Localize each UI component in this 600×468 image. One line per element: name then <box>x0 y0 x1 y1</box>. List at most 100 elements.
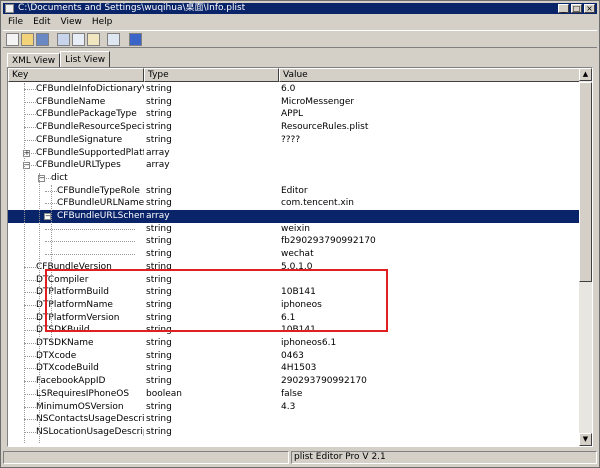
row-key: CFBundleSignature <box>36 135 123 145</box>
maximize-button[interactable]: □ <box>571 4 582 13</box>
column-value[interactable]: Value <box>279 68 580 82</box>
row-type: array <box>146 211 170 221</box>
list-row[interactable]: − dict <box>8 172 580 185</box>
list-row[interactable]: CFBundlePackageType string APPL <box>8 108 580 121</box>
row-key: DTSDKName <box>36 338 94 348</box>
close-button[interactable]: × <box>584 4 595 13</box>
list-row[interactable]: CFBundleInfoDictionaryVersionstring 6.0 <box>8 83 580 96</box>
row-key: CFBundleURLName <box>57 198 144 208</box>
row-value: 4H1503 <box>281 363 317 373</box>
open-icon[interactable] <box>21 33 34 46</box>
row-type: string <box>146 198 172 208</box>
scroll-up-icon[interactable]: ▲ <box>579 68 592 81</box>
vertical-scrollbar[interactable]: ▲ ▼ <box>579 68 592 446</box>
menu-file[interactable]: File <box>3 16 28 28</box>
list-row[interactable]: NSContactsUsageDescriptionstring <box>8 413 580 426</box>
list-row[interactable]: NSLocationUsageDescriptionstring <box>8 426 580 439</box>
tree-connector <box>24 267 36 268</box>
tree-connector <box>24 127 36 128</box>
row-value: ???? <box>281 135 301 145</box>
tree-connector <box>45 229 135 230</box>
column-type[interactable]: Type <box>144 68 279 82</box>
app-icon <box>5 4 14 13</box>
row-value: fb290293790992170 <box>281 236 376 246</box>
list-row[interactable]: string wechat <box>8 248 580 261</box>
row-type: string <box>146 414 172 424</box>
tree-connector <box>24 368 36 369</box>
row-type: boolean <box>146 389 182 399</box>
tree-connector <box>24 343 36 344</box>
row-value: iphoneos6.1 <box>281 338 337 348</box>
list-row[interactable]: FacebookAppID string 290293790992170 <box>8 375 580 388</box>
cut-icon[interactable] <box>57 33 70 46</box>
row-type: string <box>146 363 172 373</box>
tree-guide-line <box>24 83 25 443</box>
row-value: APPL <box>281 109 304 119</box>
tree-connector <box>24 381 36 382</box>
row-type: string <box>146 84 172 94</box>
row-type: string <box>146 376 172 386</box>
collapse-icon[interactable]: − <box>44 213 51 220</box>
list-row[interactable]: DTXcodeBuild string 4H1503 <box>8 362 580 375</box>
tree-guide-line <box>39 173 40 443</box>
help-icon[interactable] <box>129 33 142 46</box>
tree-connector <box>24 102 36 103</box>
row-key: LSRequiresIPhoneOS <box>36 389 130 399</box>
list-row[interactable]: CFBundleResourceSpecificationstring Resou… <box>8 121 580 134</box>
tree-connector <box>24 432 36 433</box>
row-type: string <box>146 236 172 246</box>
row-value: wechat <box>281 249 314 259</box>
list-row[interactable]: LSRequiresIPhoneOS boolean false <box>8 388 580 401</box>
row-key: CFBundleURLTypes <box>36 160 121 170</box>
scroll-down-icon[interactable]: ▼ <box>579 433 592 446</box>
list-row[interactable]: − CFBundleURLTypes array <box>8 159 580 172</box>
menu-view[interactable]: View <box>56 16 87 28</box>
plist-tree-list: Key Type Value CFBundleInfoDictionaryVer… <box>7 67 593 447</box>
row-key: NSLocationUsageDescription <box>36 427 144 437</box>
status-text: plist Editor Pro V 2.1 <box>291 451 597 464</box>
tree-connector <box>24 292 36 293</box>
annotation-highlight-box <box>45 269 388 332</box>
minimize-button[interactable]: _ <box>558 4 569 13</box>
new-icon[interactable] <box>6 33 19 46</box>
row-value: false <box>281 389 303 399</box>
row-key: dict <box>51 173 68 183</box>
tree-connector <box>24 305 36 306</box>
scroll-thumb[interactable] <box>579 82 592 282</box>
tree-connector <box>24 419 36 420</box>
status-bar: plist Editor Pro V 2.1 <box>3 450 597 465</box>
list-row[interactable]: CFBundleSignature string???? <box>8 134 580 147</box>
tree-connector <box>45 241 135 242</box>
list-row[interactable]: −CFBundleURLSchemesarray <box>8 210 580 223</box>
title-bar[interactable]: C:\Documents and Settings\wuqihua\桌面\Inf… <box>3 3 597 14</box>
menu-edit[interactable]: Edit <box>28 16 55 28</box>
row-key: FacebookAppID <box>36 376 106 386</box>
list-row[interactable]: CFBundleURLName string com.tencent.xin <box>8 197 580 210</box>
row-key: CFBundleInfoDictionaryVersion <box>36 84 144 94</box>
row-type: string <box>146 109 172 119</box>
row-type: array <box>146 160 170 170</box>
tree-connector <box>24 114 36 115</box>
tree-connector <box>24 407 36 408</box>
app-window: C:\Documents and Settings\wuqihua\桌面\Inf… <box>0 0 600 468</box>
status-pane-left <box>3 451 289 464</box>
find-icon[interactable] <box>107 33 120 46</box>
menu-help[interactable]: Help <box>87 16 118 28</box>
paste-icon[interactable] <box>87 33 100 46</box>
view-tabs: XML View List View <box>7 51 111 69</box>
column-key[interactable]: Key <box>8 68 144 82</box>
list-row[interactable]: string fb290293790992170 <box>8 235 580 248</box>
tree-connector <box>24 140 36 141</box>
row-value: 6.0 <box>281 84 296 94</box>
tree-connector <box>24 394 36 395</box>
save-icon[interactable] <box>36 33 49 46</box>
row-type: string <box>146 338 172 348</box>
list-row[interactable]: DTSDKName string iphoneos6.1 <box>8 337 580 350</box>
row-value: com.tencent.xin <box>281 198 354 208</box>
tree-connector <box>24 89 36 90</box>
copy-icon[interactable] <box>72 33 85 46</box>
row-key: NSContactsUsageDescription <box>36 414 144 424</box>
row-type: string <box>146 427 172 437</box>
tree-connector <box>24 356 36 357</box>
row-value: ResourceRules.plist <box>281 122 369 132</box>
